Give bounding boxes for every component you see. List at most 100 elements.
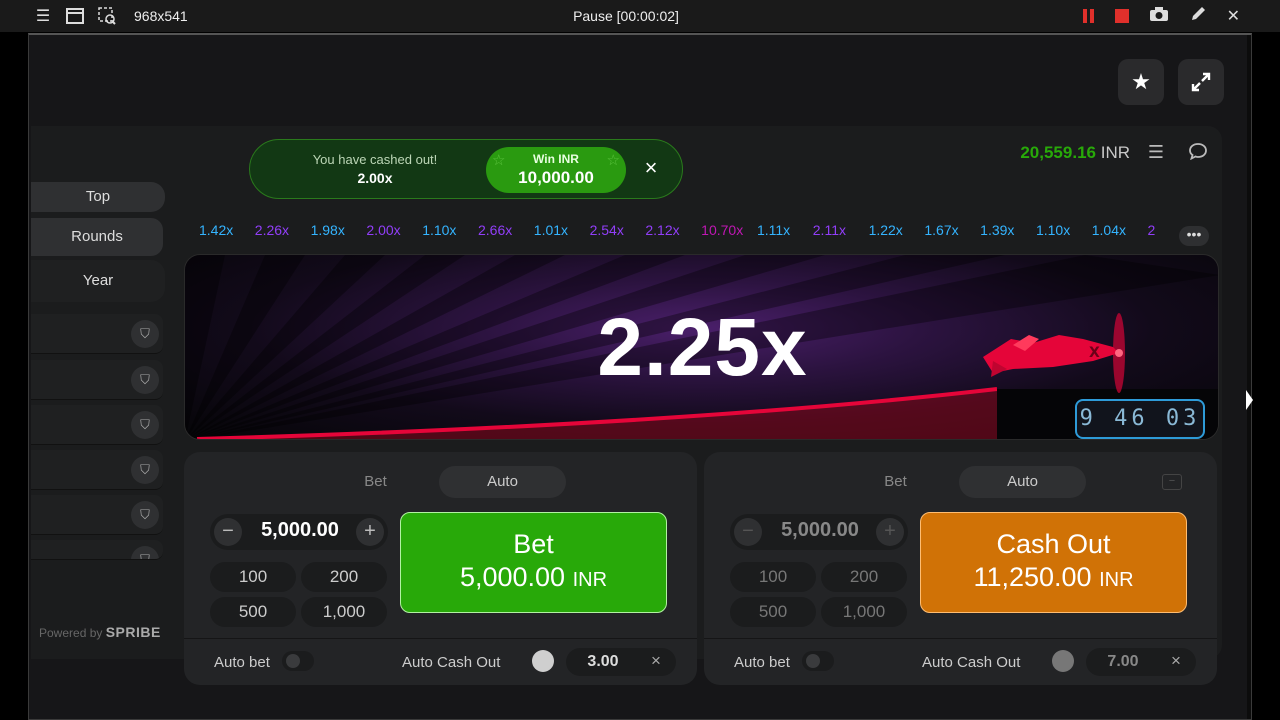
tab-rounds[interactable]: Rounds	[31, 218, 163, 256]
menu-icon[interactable]: ☰	[34, 7, 52, 25]
quick-amount-1000[interactable]: 1,000	[821, 597, 907, 627]
auto-cashout-field[interactable]: 3.00 ×	[566, 648, 676, 676]
quick-amount-1000[interactable]: 1,000	[301, 597, 387, 627]
list-item[interactable]: ⛉	[31, 314, 163, 354]
auto-bet-toggle[interactable]	[802, 651, 834, 671]
shield-icon[interactable]: ⛉	[131, 546, 159, 559]
star-icon: ☆	[606, 152, 620, 169]
decrease-bet-button[interactable]: −	[734, 518, 762, 546]
close-notification-button[interactable]: ×	[638, 155, 664, 183]
list-item[interactable]: ⛉	[31, 495, 163, 535]
chat-icon[interactable]	[1188, 142, 1208, 165]
bet-mode-tabs: Bet Auto	[832, 466, 1086, 498]
history-multiplier[interactable]: 1.67x	[924, 222, 980, 238]
history-multiplier[interactable]: 1.10x	[1036, 222, 1092, 238]
cash-out-amount: 11,250.00	[973, 562, 1092, 592]
auto-cashout-value[interactable]: 7.00	[1086, 653, 1160, 671]
history-multiplier[interactable]: 2.54x	[590, 222, 646, 238]
cashout-message: You have cashed out! 2.00x	[280, 152, 470, 186]
history-multiplier[interactable]: 1.04x	[1092, 222, 1148, 238]
star-icon: ★	[1131, 69, 1151, 94]
shield-icon[interactable]: ⛉	[131, 320, 159, 348]
pencil-icon[interactable]	[1189, 5, 1207, 28]
history-multiplier[interactable]: 1.98x	[311, 222, 367, 238]
bet-button-currency: INR	[572, 569, 608, 591]
history-multiplier[interactable]: 10.70x	[701, 222, 757, 238]
shield-icon[interactable]: ⛉	[131, 366, 159, 394]
quick-amount-100[interactable]: 100	[730, 562, 816, 592]
tab-bet[interactable]: Bet	[832, 466, 959, 498]
window-icon[interactable]	[66, 7, 84, 25]
balance-amount: 20,559.16	[1020, 143, 1096, 162]
auto-bet-toggle[interactable]	[282, 651, 314, 671]
history-multiplier[interactable]: 1.22x	[869, 222, 925, 238]
balance: 20,559.16 INR	[1020, 143, 1130, 163]
flight-area: X 2.25x 9 46 03	[184, 254, 1219, 440]
history-more-button[interactable]: •••	[1179, 226, 1209, 246]
history-multiplier[interactable]: 1.39x	[980, 222, 1036, 238]
quick-amount-100[interactable]: 100	[210, 562, 296, 592]
clear-icon[interactable]: ×	[642, 651, 670, 671]
tab-year[interactable]: Year	[31, 260, 165, 302]
menu-icon[interactable]: ☰	[1148, 142, 1164, 163]
powered-by: Powered by SPRIBE	[39, 624, 161, 640]
decrease-bet-button[interactable]: −	[214, 518, 242, 546]
multiplier-history: 1.42x 2.26x 1.98x 2.00x 1.10x 2.66x 1.01x 2.54x…	[199, 222, 1189, 244]
list-item[interactable]: ⛉	[31, 405, 163, 445]
favorite-button[interactable]: ★	[1118, 59, 1164, 105]
history-multiplier[interactable]: 1.10x	[422, 222, 478, 238]
history-multiplier[interactable]: 1.01x	[534, 222, 590, 238]
aviator-game: 20,559.16 INR ☰ You have cashed out! 2.0…	[31, 126, 1222, 685]
capture-size: 968x541	[134, 8, 188, 24]
history-multiplier[interactable]: 2.26x	[255, 222, 311, 238]
quick-amount-500[interactable]: 500	[210, 597, 296, 627]
fullscreen-button[interactable]	[1178, 59, 1224, 105]
bets-sidebar: Top Rounds Year ⛉ ⛉ ⛉ ⛉ ⛉ ⛉ Powered by S…	[31, 182, 174, 659]
bet-amount[interactable]: 5,000.00	[764, 519, 876, 542]
history-multiplier[interactable]: 1.42x	[199, 222, 255, 238]
tab-top[interactable]: Top	[31, 182, 165, 212]
stop-icon[interactable]	[1114, 9, 1129, 23]
expand-icon	[1191, 72, 1211, 92]
shield-icon[interactable]: ⛉	[131, 456, 159, 484]
cash-out-label: Cash Out	[996, 529, 1111, 559]
list-item[interactable]: ⛉	[31, 540, 163, 560]
tab-auto[interactable]: Auto	[439, 466, 566, 498]
current-multiplier: 2.25x	[597, 302, 808, 393]
bet-button-amount-line: 5,000.00 INR	[401, 562, 666, 593]
camera-icon[interactable]	[1149, 6, 1169, 27]
list-item[interactable]: ⛉	[31, 450, 163, 490]
pause-icon[interactable]	[1082, 9, 1095, 23]
quick-amount-200[interactable]: 200	[301, 562, 387, 592]
history-multiplier[interactable]: 2.00x	[366, 222, 422, 238]
clear-icon[interactable]: ×	[1162, 651, 1190, 671]
spribe-logo: SPRIBE	[105, 624, 161, 640]
cash-out-button[interactable]: Cash Out 11,250.00 INR	[920, 512, 1187, 613]
history-multiplier[interactable]: 2.66x	[478, 222, 534, 238]
history-multiplier[interactable]: 1.11x	[757, 222, 813, 238]
auto-cashout-field[interactable]: 7.00 ×	[1086, 648, 1196, 676]
history-multiplier[interactable]: 2.12x	[645, 222, 701, 238]
quick-amount-200[interactable]: 200	[821, 562, 907, 592]
auto-cashout-toggle[interactable]	[532, 650, 554, 672]
bet-amount[interactable]: 5,000.00	[244, 519, 356, 542]
tab-auto[interactable]: Auto	[959, 466, 1086, 498]
cash-out-currency: INR	[1099, 569, 1134, 591]
auto-cashout-toggle[interactable]	[1052, 650, 1074, 672]
star-icon: ☆	[492, 152, 506, 169]
increase-bet-button[interactable]: +	[356, 518, 384, 546]
win-label: Win INR	[533, 152, 579, 166]
quick-amount-500[interactable]: 500	[730, 597, 816, 627]
close-icon[interactable]: ✕	[1227, 6, 1240, 26]
remove-panel-icon[interactable]: −	[1162, 474, 1182, 490]
shield-icon[interactable]: ⛉	[131, 501, 159, 529]
region-select-icon[interactable]	[98, 7, 116, 25]
game-window: ★ 20,559.16 INR ☰ You have cashed out! 2…	[28, 33, 1252, 720]
history-multiplier[interactable]: 2.11x	[813, 222, 869, 238]
list-item[interactable]: ⛉	[31, 360, 163, 400]
increase-bet-button[interactable]: +	[876, 518, 904, 546]
auto-cashout-value[interactable]: 3.00	[566, 653, 640, 671]
tab-bet[interactable]: Bet	[312, 466, 439, 498]
shield-icon[interactable]: ⛉	[131, 411, 159, 439]
bet-button[interactable]: Bet 5,000.00 INR	[400, 512, 667, 613]
